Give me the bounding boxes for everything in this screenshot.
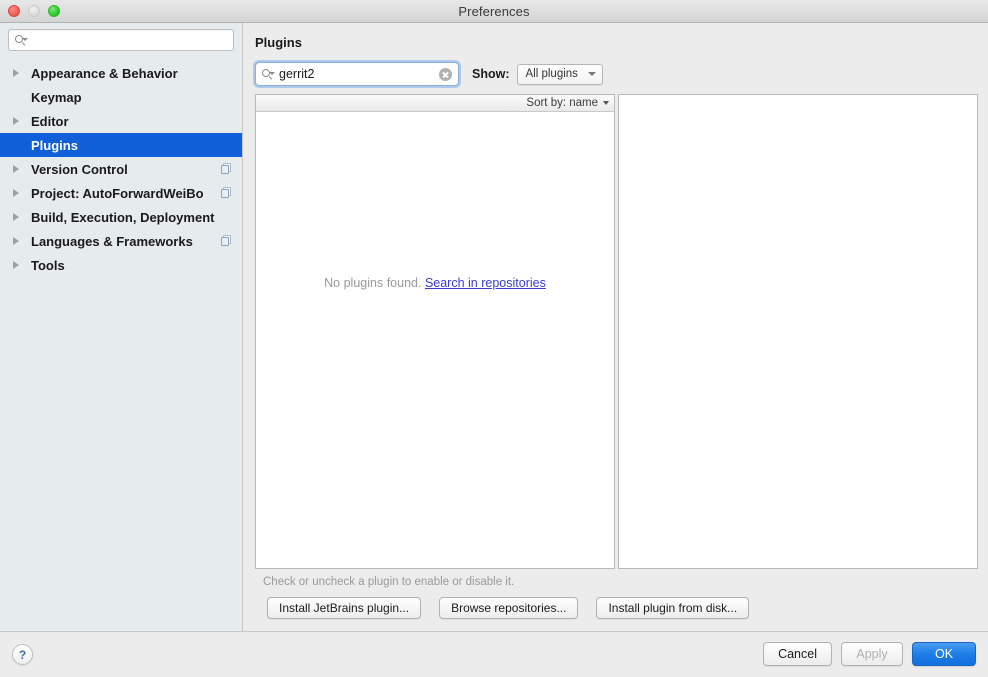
sidebar-item-plugins[interactable]: Plugins: [0, 133, 242, 157]
dialog-footer: ? Cancel Apply OK: [0, 631, 988, 677]
empty-state-message: No plugins found. Search in repositories: [256, 276, 614, 290]
chevron-down-icon: [603, 101, 609, 105]
sidebar-item-label: Project: AutoForwardWeiBo: [31, 185, 204, 201]
sidebar-item-tools[interactable]: Tools: [0, 253, 242, 277]
sidebar-item-label: Plugins: [31, 137, 78, 153]
chevron-right-icon[interactable]: [10, 165, 22, 173]
plugin-list-sort-bar[interactable]: Sort by: name: [256, 95, 614, 112]
plugin-list-panel: Sort by: name No plugins found. Search i…: [255, 94, 615, 569]
chevron-right-icon[interactable]: [10, 189, 22, 197]
sidebar-item-label: Appearance & Behavior: [31, 65, 178, 81]
clear-search-icon[interactable]: [439, 67, 452, 81]
preferences-window: Preferences Appearance & Behavior Keymap…: [0, 0, 988, 677]
plugin-search-input[interactable]: [279, 67, 439, 81]
sidebar-search-field[interactable]: [8, 29, 234, 51]
install-plugin-from-disk-button[interactable]: Install plugin from disk...: [596, 597, 750, 619]
window-title: Preferences: [458, 3, 530, 19]
install-jetbrains-plugin-button[interactable]: Install JetBrains plugin...: [267, 597, 422, 619]
copy-settings-icon[interactable]: [221, 187, 232, 198]
cancel-button[interactable]: Cancel: [763, 642, 832, 666]
sidebar-item-appearance-behavior[interactable]: Appearance & Behavior: [0, 61, 242, 85]
plugin-search-field[interactable]: [255, 62, 459, 86]
search-icon: [15, 34, 28, 46]
copy-settings-icon[interactable]: [221, 235, 232, 246]
ok-button[interactable]: OK: [912, 642, 976, 666]
plugins-toolbar: Show: All plugins: [255, 62, 978, 86]
sidebar-item-label: Version Control: [31, 161, 128, 177]
sidebar-item-label: Tools: [31, 257, 65, 273]
show-filter-dropdown[interactable]: All plugins: [516, 63, 603, 85]
sidebar-search-wrapper: [0, 29, 242, 57]
chevron-right-icon[interactable]: [10, 69, 22, 77]
plugins-split-panels: Sort by: name No plugins found. Search i…: [255, 94, 978, 569]
sidebar-item-label: Keymap: [31, 89, 82, 105]
sidebar-item-label: Build, Execution, Deployment: [31, 209, 215, 225]
search-icon: [262, 68, 275, 80]
plugin-actions-row: Install JetBrains plugin... Browse repos…: [255, 597, 978, 631]
plugin-detail-panel: [618, 94, 978, 569]
show-filter-value: All plugins: [525, 68, 578, 80]
chevron-right-icon[interactable]: [10, 237, 22, 245]
dialog-buttons: Cancel Apply OK: [763, 642, 976, 666]
sidebar-search-input[interactable]: [32, 33, 227, 47]
title-bar: Preferences: [0, 0, 988, 23]
plugin-list-body[interactable]: No plugins found. Search in repositories: [256, 112, 614, 568]
copy-settings-icon[interactable]: [221, 163, 232, 174]
maximize-window-icon[interactable]: [48, 5, 60, 17]
sidebar-item-build-execution-deployment[interactable]: Build, Execution, Deployment: [0, 205, 242, 229]
chevron-down-icon: [587, 72, 596, 76]
sidebar-item-version-control[interactable]: Version Control: [0, 157, 242, 181]
sidebar-item-project[interactable]: Project: AutoForwardWeiBo: [0, 181, 242, 205]
minimize-window-icon[interactable]: [28, 5, 40, 17]
chevron-right-icon[interactable]: [10, 117, 22, 125]
settings-sidebar: Appearance & Behavior Keymap Editor Plug…: [0, 23, 243, 631]
search-in-repositories-link[interactable]: Search in repositories: [425, 276, 546, 290]
plugins-pane: Plugins Show: All plugins: [243, 23, 988, 631]
window-controls: [8, 5, 60, 17]
chevron-right-icon[interactable]: [10, 213, 22, 221]
window-body: Appearance & Behavior Keymap Editor Plug…: [0, 23, 988, 631]
plugin-hint-text: Check or uncheck a plugin to enable or d…: [263, 576, 515, 588]
close-window-icon[interactable]: [8, 5, 20, 17]
sidebar-item-languages-frameworks[interactable]: Languages & Frameworks: [0, 229, 242, 253]
sidebar-item-label: Editor: [31, 113, 69, 129]
sidebar-item-label: Languages & Frameworks: [31, 233, 193, 249]
help-button[interactable]: ?: [12, 644, 33, 665]
sort-by-label: Sort by: name: [526, 97, 598, 109]
sidebar-item-keymap[interactable]: Keymap: [0, 85, 242, 109]
browse-repositories-button[interactable]: Browse repositories...: [439, 597, 579, 619]
no-plugins-found-text: No plugins found.: [324, 276, 422, 290]
page-title: Plugins: [255, 35, 302, 50]
chevron-right-icon[interactable]: [10, 261, 22, 269]
show-filter-label: Show:: [472, 67, 510, 81]
sidebar-items-list: Appearance & Behavior Keymap Editor Plug…: [0, 57, 242, 631]
apply-button: Apply: [841, 642, 903, 666]
sidebar-item-editor[interactable]: Editor: [0, 109, 242, 133]
